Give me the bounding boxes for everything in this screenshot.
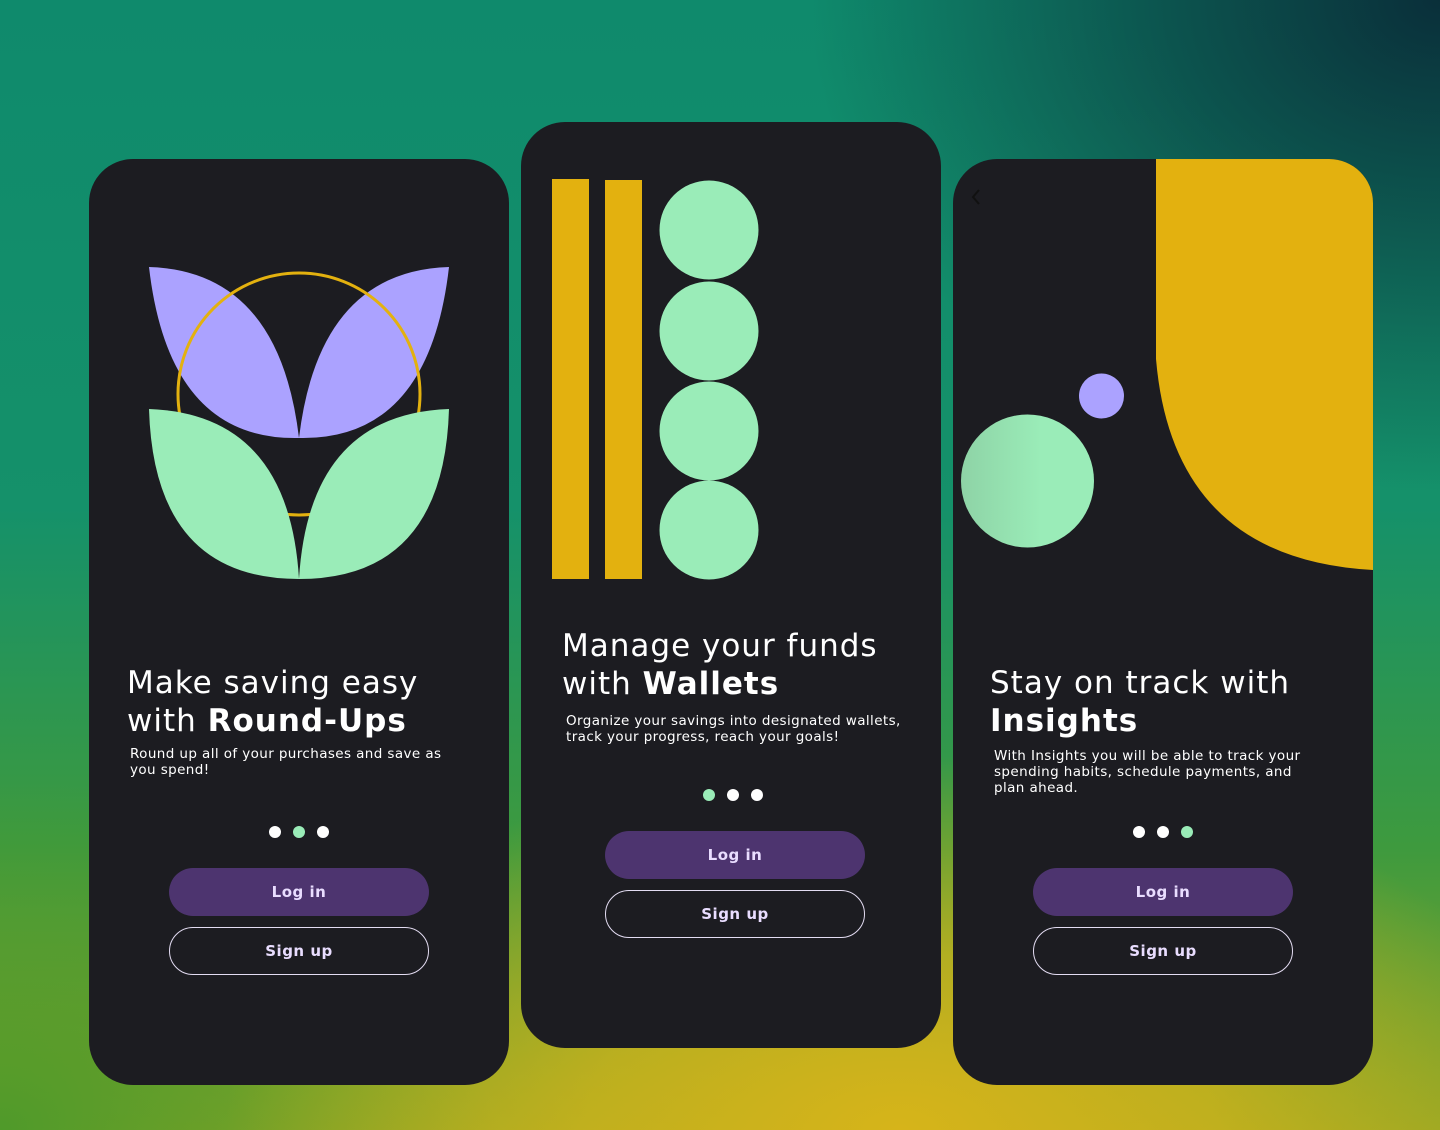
page-dot[interactable] <box>751 789 763 801</box>
screen-subtitle: Organize your savings into designated wa… <box>566 713 901 745</box>
signup-button[interactable]: Sign up <box>169 927 429 975</box>
signup-button[interactable]: Sign up <box>1033 927 1293 975</box>
page-indicator <box>523 789 941 801</box>
back-button[interactable] <box>965 185 989 209</box>
mint-coin-4 <box>659 480 759 580</box>
lavender-dot-shape <box>1079 373 1124 419</box>
mint-circle-shape <box>961 414 1094 548</box>
screen-heading: Manage your funds with Wallets <box>562 627 878 703</box>
login-button[interactable]: Log in <box>1033 868 1293 916</box>
insights-illustration <box>961 159 1373 570</box>
login-button[interactable]: Log in <box>169 868 429 916</box>
page-dot[interactable] <box>269 826 281 838</box>
tulip-illustration <box>149 267 449 579</box>
onboarding-screen-wallets: Manage your funds with Wallets Organize … <box>521 122 941 1048</box>
page-dot-active[interactable] <box>1181 826 1193 838</box>
onboarding-screen-insights: Stay on track with Insights With Insight… <box>953 159 1373 1085</box>
page-indicator <box>89 826 509 838</box>
screen-heading: Stay on track with Insights <box>990 664 1290 740</box>
mint-coin-2 <box>659 281 759 381</box>
page-dot[interactable] <box>727 789 739 801</box>
gold-quarter-shape <box>1156 159 1373 570</box>
heading-bold: Wallets <box>642 666 780 702</box>
page-dot[interactable] <box>1133 826 1145 838</box>
wallets-illustration <box>552 179 759 580</box>
heading-prefix: with <box>127 703 208 739</box>
screen-subtitle: Round up all of your purchases and save … <box>130 746 442 778</box>
heading-line-1: Stay on track with <box>990 665 1291 701</box>
chevron-left-icon <box>971 189 980 205</box>
page-indicator <box>953 826 1373 838</box>
page-dot-active[interactable] <box>703 789 715 801</box>
mint-coin-1 <box>659 180 759 280</box>
heading-bold: Round-Ups <box>207 703 407 739</box>
signup-button[interactable]: Sign up <box>605 890 865 938</box>
login-button[interactable]: Log in <box>605 831 865 879</box>
onboarding-screen-round-ups: Make saving easy with Round-Ups Round up… <box>89 159 509 1085</box>
mint-coin-3 <box>659 381 759 481</box>
heading-prefix: with <box>562 666 643 702</box>
page-dot[interactable] <box>317 826 329 838</box>
gold-bar-left <box>552 179 589 579</box>
heading-bold: Insights <box>990 703 1139 739</box>
heading-line-1: Manage your funds <box>562 628 878 664</box>
page-dot[interactable] <box>1157 826 1169 838</box>
screen-heading: Make saving easy with Round-Ups <box>127 664 418 740</box>
heading-line-1: Make saving easy <box>127 665 419 701</box>
gold-bar-right <box>605 180 642 579</box>
screen-subtitle: With Insights you will be able to track … <box>994 748 1301 796</box>
page-dot-active[interactable] <box>293 826 305 838</box>
